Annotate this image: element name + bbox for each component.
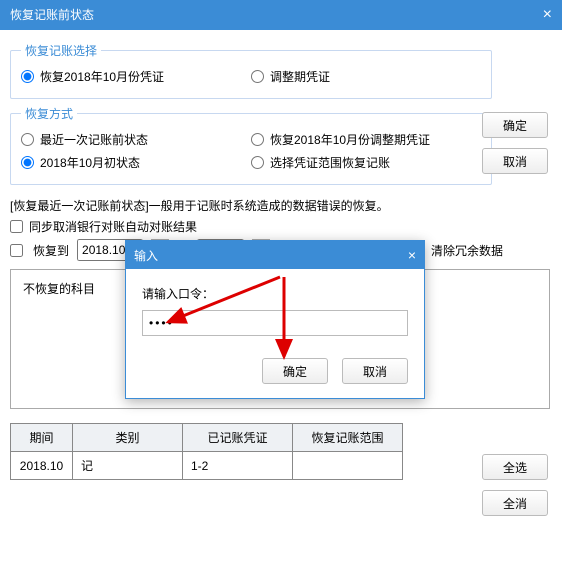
radio-month-initial-label: 2018年10月初状态 — [40, 154, 140, 171]
password-dialog-buttons: 确定 取消 — [142, 358, 408, 384]
radio-month-initial[interactable]: 2018年10月初状态 — [21, 151, 251, 174]
cell-restore — [293, 452, 403, 480]
radio-restore-adjust-input[interactable] — [251, 133, 264, 146]
checkbox-sync-cancel-input[interactable] — [10, 220, 23, 233]
cell-period: 2018.10 — [11, 452, 73, 480]
checkbox-clear-redundant-label: 清除冗余数据 — [431, 242, 503, 259]
table-header-row: 期间 类别 已记账凭证 恢复记账范围 — [11, 424, 403, 452]
radio-month-initial-input[interactable] — [21, 156, 34, 169]
group-restore-select: 恢复记账选择 恢复2018年10月份凭证 调整期凭证 — [10, 42, 492, 99]
password-ok-button[interactable]: 确定 — [262, 358, 328, 384]
table-row[interactable]: 2018.10 记 1-2 — [11, 452, 403, 480]
cell-posted: 1-2 — [183, 452, 293, 480]
radio-last-state[interactable]: 最近一次记账前状态 — [21, 128, 251, 151]
radio-last-state-input[interactable] — [21, 133, 34, 146]
close-icon[interactable]: × — [408, 247, 416, 263]
restore-to-label: 恢复到 — [33, 242, 69, 259]
th-period: 期间 — [11, 424, 73, 452]
voucher-table: 期间 类别 已记账凭证 恢复记账范围 2018.10 记 1-2 — [10, 423, 403, 480]
cancel-button[interactable]: 取消 — [482, 148, 548, 174]
checkbox-sync-cancel-label: 同步取消银行对账自动对账结果 — [29, 218, 197, 235]
th-restore-range: 恢复记账范围 — [293, 424, 403, 452]
radio-adjust-period-input[interactable] — [251, 70, 264, 83]
password-cancel-button[interactable]: 取消 — [342, 358, 408, 384]
group-restore-select-legend: 恢复记账选择 — [21, 42, 101, 59]
group-restore-method-legend: 恢复方式 — [21, 105, 77, 122]
radio-restore-adjust[interactable]: 恢复2018年10月份调整期凭证 — [251, 128, 481, 151]
password-dialog-title: 输入 — [134, 247, 158, 264]
radio-restore-month-input[interactable] — [21, 70, 34, 83]
radio-adjust-period-label: 调整期凭证 — [270, 68, 330, 85]
radio-adjust-period[interactable]: 调整期凭证 — [251, 65, 481, 88]
radio-select-range-input[interactable] — [251, 156, 264, 169]
description-text: [恢复最近一次记账前状态]一般用于记账时系统造成的数据错误的恢复。 — [10, 197, 552, 214]
password-dialog: 输入 × 请输入口令： 确定 取消 — [125, 240, 425, 399]
selection-buttons: 全选 全消 — [482, 454, 548, 516]
th-posted: 已记账凭证 — [183, 424, 293, 452]
password-dialog-title-bar: 输入 × — [126, 241, 424, 269]
window-title-bar: 恢复记账前状态 × — [0, 0, 562, 30]
password-prompt: 请输入口令： — [142, 285, 408, 302]
radio-select-range-label: 选择凭证范围恢复记账 — [270, 154, 390, 171]
checkbox-sync-cancel[interactable]: 同步取消银行对账自动对账结果 — [10, 218, 552, 235]
checkbox-restore-to-input[interactable] — [10, 244, 23, 257]
select-all-button[interactable]: 全选 — [482, 454, 548, 480]
deselect-all-button[interactable]: 全消 — [482, 490, 548, 516]
th-type: 类别 — [73, 424, 183, 452]
radio-select-range[interactable]: 选择凭证范围恢复记账 — [251, 151, 481, 174]
close-icon[interactable]: × — [543, 0, 552, 30]
cell-type: 记 — [73, 452, 183, 480]
group-restore-method: 恢复方式 最近一次记账前状态 恢复2018年10月份调整期凭证 2018年10月… — [10, 105, 492, 185]
password-dialog-body: 请输入口令： 确定 取消 — [126, 269, 424, 398]
radio-last-state-label: 最近一次记账前状态 — [40, 131, 148, 148]
radio-restore-month[interactable]: 恢复2018年10月份凭证 — [21, 65, 251, 88]
side-buttons: 确定 取消 — [482, 112, 548, 174]
radio-restore-adjust-label: 恢复2018年10月份调整期凭证 — [270, 131, 430, 148]
exclude-accounts-label: 不恢复的科目 — [23, 282, 95, 296]
password-input[interactable] — [142, 310, 408, 336]
window-title: 恢复记账前状态 — [10, 0, 94, 30]
radio-restore-month-label: 恢复2018年10月份凭证 — [40, 68, 164, 85]
ok-button[interactable]: 确定 — [482, 112, 548, 138]
